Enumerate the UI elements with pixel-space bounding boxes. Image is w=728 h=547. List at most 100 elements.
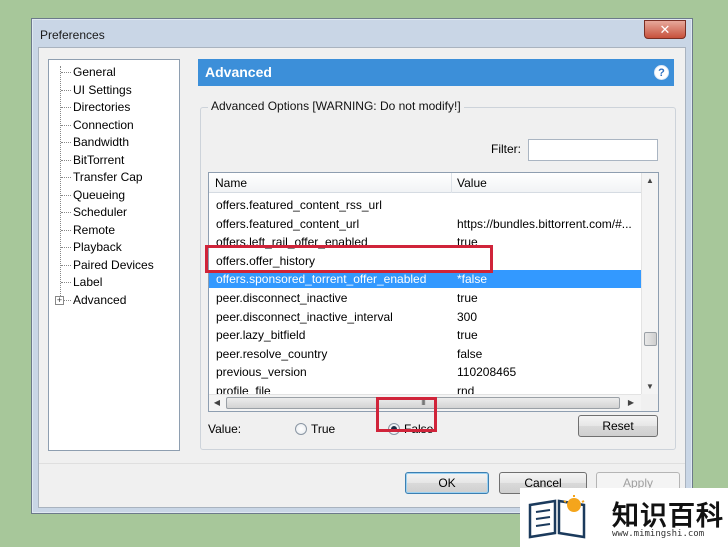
filter-input[interactable] bbox=[528, 139, 658, 161]
tree-connector bbox=[61, 247, 71, 248]
row-value: 300 bbox=[457, 309, 478, 324]
title-bar[interactable]: Preferences ✕ bbox=[32, 19, 692, 47]
scroll-up-icon[interactable]: ▲ bbox=[642, 173, 658, 189]
table-row[interactable]: peer.lazy_bitfield true bbox=[209, 326, 641, 344]
sidebar-item-label[interactable]: General bbox=[73, 64, 116, 81]
tree-connector bbox=[61, 282, 71, 283]
group-label: Advanced Options [WARNING: Do not modify… bbox=[208, 99, 464, 113]
sidebar-item-label[interactable]: Connection bbox=[73, 117, 134, 134]
true-radio-label[interactable]: True bbox=[311, 422, 335, 436]
true-radio-icon[interactable] bbox=[295, 423, 307, 435]
row-name: peer.disconnect_inactive bbox=[216, 291, 348, 305]
row-value: false bbox=[457, 346, 483, 361]
sidebar-item-label[interactable]: Scheduler bbox=[73, 204, 127, 221]
tree-connector bbox=[61, 124, 71, 126]
table-row[interactable]: peer.disconnect_inactive true bbox=[209, 289, 641, 307]
tree-connector bbox=[61, 177, 71, 178]
reset-button[interactable]: Reset bbox=[578, 415, 658, 437]
sidebar-item-label[interactable]: Queueing bbox=[73, 187, 125, 204]
tree-connector bbox=[61, 194, 71, 196]
options-list[interactable]: Name Value offers.featured_content_rss_u… bbox=[208, 172, 659, 412]
column-separator[interactable] bbox=[451, 173, 452, 193]
help-icon[interactable]: ? bbox=[654, 65, 669, 80]
false-radio-highlight bbox=[376, 397, 437, 432]
value-label: Value: bbox=[208, 422, 242, 436]
scroll-left-icon[interactable]: ◀ bbox=[209, 395, 225, 411]
sidebar-item-connection[interactable]: Connection bbox=[49, 117, 179, 134]
tree-connector bbox=[61, 212, 71, 213]
tree-connector bbox=[61, 72, 71, 73]
row-name: peer.lazy_bitfield bbox=[216, 328, 306, 343]
tree-connector bbox=[61, 89, 71, 91]
sidebar-item-bittorrent[interactable]: BitTorrent bbox=[49, 152, 179, 169]
watermark-text: 知识百科 bbox=[612, 501, 724, 532]
sidebar-item-paired-devices[interactable]: Paired Devices bbox=[49, 257, 179, 274]
sidebar-item-directories[interactable]: Directories bbox=[49, 99, 179, 116]
sidebar-item-label[interactable]: Bandwidth bbox=[73, 134, 129, 151]
vertical-scroll-thumb[interactable] bbox=[644, 332, 657, 346]
sidebar-item-label[interactable]: Advanced bbox=[73, 292, 126, 309]
sidebar-item-label[interactable]: Label bbox=[73, 274, 102, 291]
sidebar-tree: General UI Settings Directories Connection B… bbox=[48, 59, 180, 451]
row-name: peer.disconnect_inactive_interval bbox=[216, 309, 393, 324]
expand-icon[interactable]: + bbox=[55, 295, 64, 305]
sidebar-item-queueing[interactable]: Queueing bbox=[49, 187, 179, 204]
watermark: 知识百科 www.mimingshi.com bbox=[520, 488, 728, 547]
row-name: offers.featured_content_rss_url bbox=[216, 198, 382, 212]
sidebar-item-label[interactable]: Playback bbox=[73, 239, 122, 256]
selected-row-highlight bbox=[205, 245, 493, 273]
sidebar-item-playback[interactable]: Playback bbox=[49, 239, 179, 256]
sidebar-item-ui-settings[interactable]: UI Settings bbox=[49, 82, 179, 99]
row-value: true bbox=[457, 291, 478, 305]
row-name: offers.sponsored_torrent_offer_enabled bbox=[216, 272, 427, 287]
sidebar-item-label[interactable]: Label bbox=[49, 274, 179, 291]
row-name: previous_version bbox=[216, 365, 307, 380]
section-title: Advanced bbox=[205, 64, 272, 80]
sidebar-item-remote[interactable]: Remote bbox=[49, 222, 179, 239]
table-row[interactable]: offers.featured_content_rss_url bbox=[209, 196, 641, 214]
watermark-url: www.mimingshi.com bbox=[612, 529, 705, 539]
sidebar-item-label[interactable]: Transfer Cap bbox=[73, 169, 143, 186]
row-value: true bbox=[457, 328, 478, 343]
table-row[interactable]: offers.featured_content_url https://bundl… bbox=[209, 215, 641, 233]
table-row[interactable]: offers.sponsored_torrent_offer_enabled *f… bbox=[209, 270, 641, 289]
row-name: peer.resolve_country bbox=[216, 346, 328, 361]
tree-connector bbox=[61, 264, 71, 266]
dialog-client: General UI Settings Directories Connection B… bbox=[38, 47, 686, 508]
sidebar-item-general[interactable]: General bbox=[49, 64, 179, 81]
scroll-corner bbox=[641, 394, 658, 411]
sidebar-item-advanced[interactable]: + Advanced bbox=[49, 292, 179, 309]
tree-connector bbox=[61, 159, 71, 161]
footer-divider bbox=[39, 463, 685, 464]
sidebar-item-transfer-cap[interactable]: Transfer Cap bbox=[49, 169, 179, 186]
window-title: Preferences bbox=[40, 28, 105, 42]
row-value: https://bundles.bittorrent.com/#... bbox=[457, 216, 632, 231]
column-header: Name Value bbox=[209, 173, 641, 193]
vertical-scrollbar[interactable]: ▲ ▼ bbox=[641, 173, 658, 395]
row-value: 110208465 bbox=[457, 365, 517, 380]
close-button[interactable]: ✕ bbox=[644, 20, 686, 39]
table-row[interactable]: previous_version 110208465 bbox=[209, 363, 641, 381]
close-icon: ✕ bbox=[659, 22, 671, 37]
sidebar-item-scheduler[interactable]: Scheduler bbox=[49, 204, 179, 221]
sidebar-item-label[interactable]: UI Settings bbox=[73, 82, 132, 99]
row-value: *false bbox=[457, 272, 488, 287]
book-lightbulb-icon bbox=[528, 495, 586, 539]
sidebar-item-label[interactable]: Directories bbox=[73, 99, 130, 116]
row-name: offers.featured_content_url bbox=[216, 216, 360, 231]
tree-connector bbox=[61, 142, 71, 143]
sidebar-item-label[interactable]: BitTorrent bbox=[73, 152, 124, 169]
column-name[interactable]: Name bbox=[215, 176, 247, 190]
ok-button[interactable]: OK bbox=[405, 472, 489, 494]
filter-label: Filter: bbox=[491, 142, 521, 156]
scroll-down-icon[interactable]: ▼ bbox=[642, 379, 658, 395]
table-row[interactable]: peer.disconnect_inactive_interval 300 bbox=[209, 308, 641, 326]
scroll-right-icon[interactable]: ▶ bbox=[623, 395, 639, 411]
column-value[interactable]: Value bbox=[457, 176, 487, 190]
sidebar-item-bandwidth[interactable]: Bandwidth bbox=[49, 134, 179, 151]
tree-connector bbox=[61, 229, 71, 231]
table-row[interactable]: peer.resolve_country false bbox=[209, 345, 641, 363]
sidebar-item-label[interactable]: Remote bbox=[73, 222, 115, 239]
sidebar-item-label[interactable]: Paired Devices bbox=[73, 257, 154, 274]
section-header: Advanced ? bbox=[198, 59, 674, 86]
